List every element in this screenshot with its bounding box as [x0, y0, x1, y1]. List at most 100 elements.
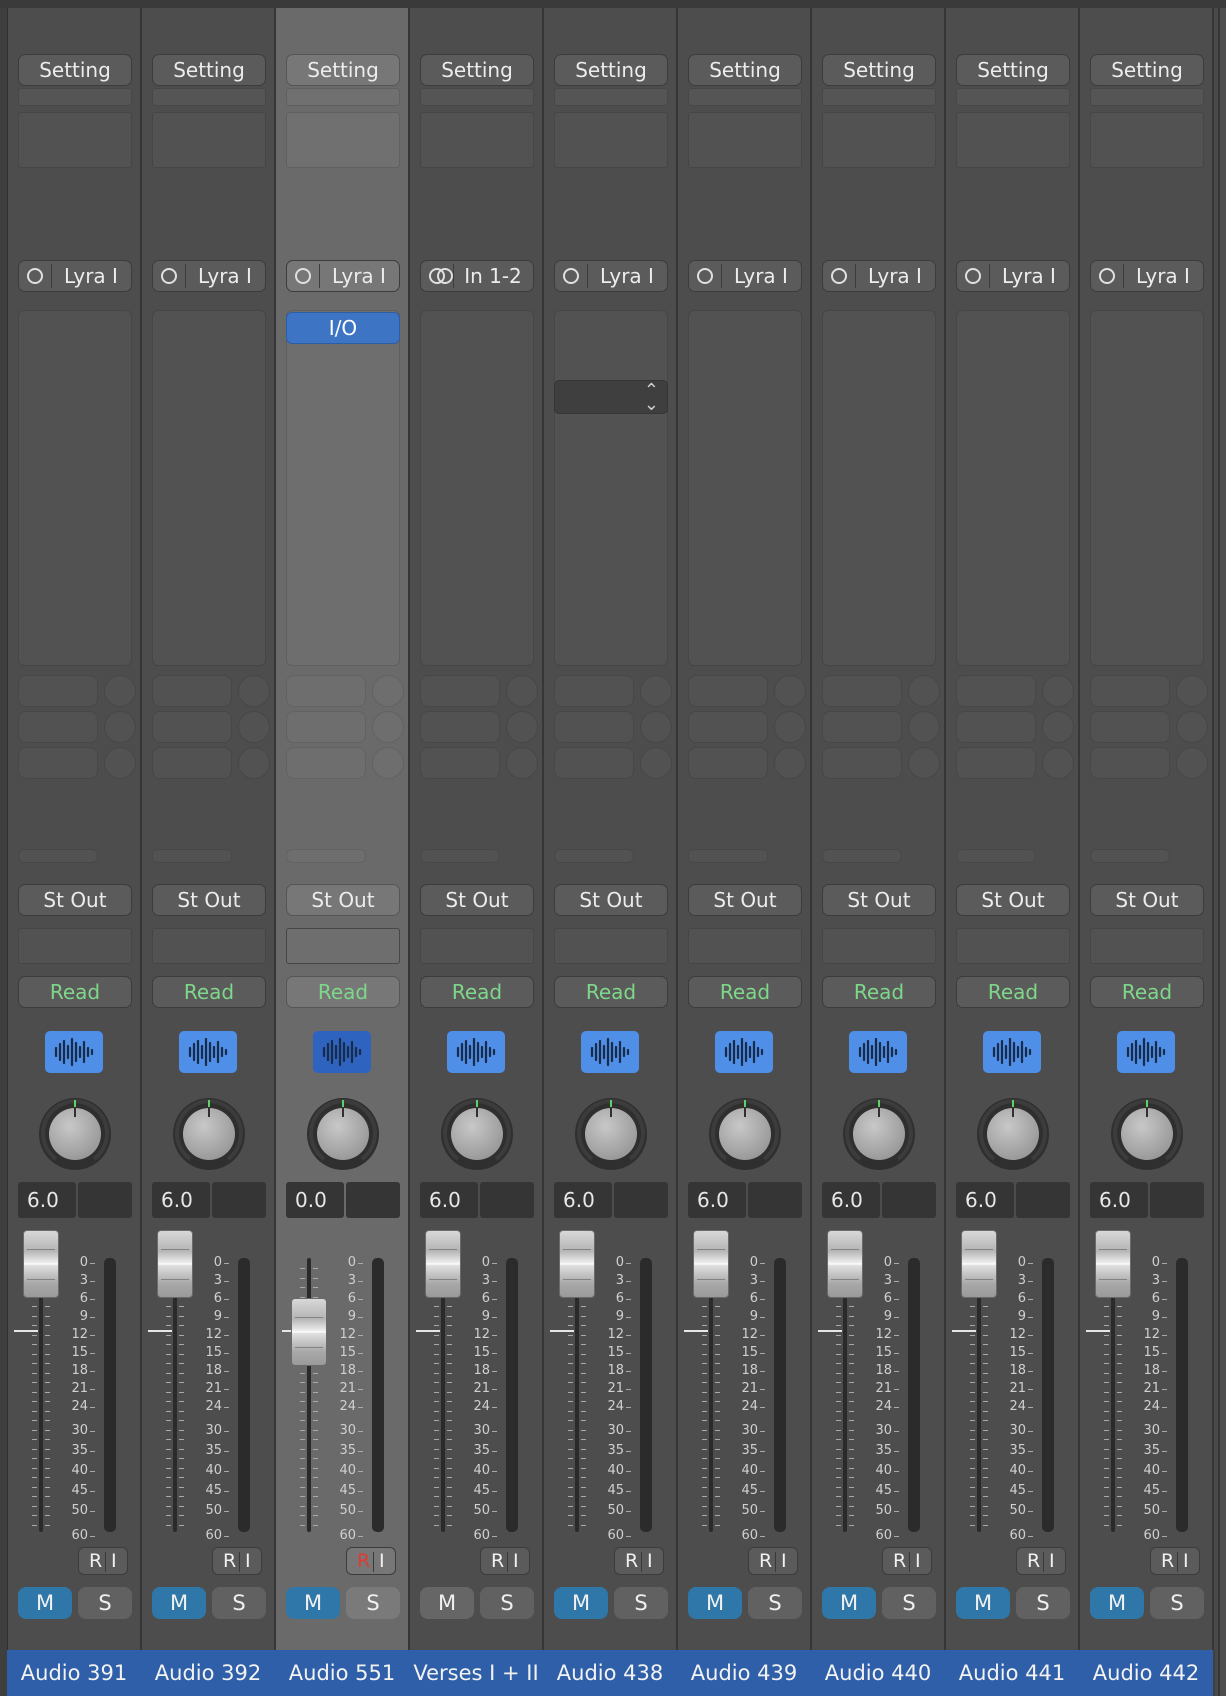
output-button[interactable]: St Out: [1090, 884, 1204, 916]
record-input-buttons[interactable]: RI: [480, 1547, 530, 1575]
input-slot[interactable]: Lyra I: [18, 260, 132, 292]
mute-button[interactable]: M: [956, 1587, 1010, 1619]
volume-readout[interactable]: 6.0: [152, 1182, 210, 1218]
send-slot-empty[interactable]: [554, 849, 634, 863]
input-monitor-button[interactable]: I: [1049, 1550, 1055, 1572]
send-slot[interactable]: [420, 711, 500, 743]
fader-track[interactable]: [39, 1258, 43, 1532]
peak-readout[interactable]: [614, 1182, 668, 1218]
channel-name[interactable]: Audio 442: [1079, 1650, 1215, 1696]
mute-button[interactable]: M: [1090, 1587, 1144, 1619]
audio-waveform-button[interactable]: [313, 1031, 371, 1073]
automation-mode-button[interactable]: Read: [822, 976, 936, 1008]
output-button[interactable]: St Out: [18, 884, 132, 916]
send-slot-empty[interactable]: [286, 849, 366, 863]
peak-readout[interactable]: [212, 1182, 266, 1218]
automation-mode-button[interactable]: Read: [420, 976, 534, 1008]
send-slot[interactable]: [152, 747, 232, 779]
fader-track[interactable]: [441, 1258, 445, 1532]
volume-fader-area[interactable]: 0 3 6 9 12 15 18 21 24 30 35 40 45 50 60: [8, 1222, 142, 1543]
peak-readout[interactable]: [480, 1182, 534, 1218]
eq-display[interactable]: [822, 112, 936, 168]
volume-fader-handle[interactable]: [1095, 1230, 1131, 1298]
audio-effects-area[interactable]: [956, 310, 1070, 666]
pan-knob[interactable]: [709, 1098, 781, 1170]
send-slot[interactable]: [1090, 747, 1170, 779]
audio-effects-area[interactable]: [1090, 310, 1204, 666]
setting-button[interactable]: Setting: [822, 54, 936, 86]
group-slot[interactable]: [420, 928, 534, 964]
input-monitor-button[interactable]: I: [1183, 1550, 1189, 1572]
mono-input-icon[interactable]: [965, 268, 981, 284]
fader-track[interactable]: [575, 1258, 579, 1532]
volume-fader-area[interactable]: 0 3 6 9 12 15 18 21 24 30 35 40 45 50 60: [812, 1222, 946, 1543]
group-slot[interactable]: [956, 928, 1070, 964]
channel-strip[interactable]: Setting Lyra I ⌃ ⌄ St Out Read 6.0 0 3 6 9 12 15 18 21…: [543, 8, 679, 1696]
send-level-knob[interactable]: [104, 675, 136, 707]
send-level-knob[interactable]: [640, 711, 672, 743]
eq-display[interactable]: [18, 112, 132, 168]
input-slot[interactable]: Lyra I: [688, 260, 802, 292]
input-slot[interactable]: Lyra I: [1090, 260, 1204, 292]
group-slot[interactable]: [822, 928, 936, 964]
pan-knob[interactable]: [39, 1098, 111, 1170]
solo-button[interactable]: S: [1150, 1587, 1204, 1619]
stereo-input-icon[interactable]: [429, 268, 453, 284]
audio-effects-area[interactable]: [554, 310, 668, 666]
send-level-knob[interactable]: [372, 711, 404, 743]
record-input-buttons[interactable]: RI: [1150, 1547, 1200, 1575]
output-button[interactable]: St Out: [822, 884, 936, 916]
send-slot[interactable]: [1090, 711, 1170, 743]
volume-fader-area[interactable]: 0 3 6 9 12 15 18 21 24 30 35 40 45 50 60: [276, 1222, 410, 1543]
send-level-knob[interactable]: [774, 711, 806, 743]
output-button[interactable]: St Out: [956, 884, 1070, 916]
channel-strip[interactable]: Setting Lyra I I/O St Out Read 0.0 0 3 6 9 12 15 18 2…: [275, 8, 411, 1696]
send-slot-empty[interactable]: [956, 849, 1036, 863]
mute-button[interactable]: M: [688, 1587, 742, 1619]
pan-knob[interactable]: [173, 1098, 245, 1170]
fader-track[interactable]: [1111, 1258, 1115, 1532]
record-input-buttons[interactable]: RI: [78, 1547, 128, 1575]
pan-knob[interactable]: [575, 1098, 647, 1170]
send-level-knob[interactable]: [1042, 747, 1074, 779]
volume-fader-handle[interactable]: [157, 1230, 193, 1298]
send-level-knob[interactable]: [1176, 747, 1208, 779]
input-slot[interactable]: Lyra I: [956, 260, 1070, 292]
send-level-knob[interactable]: [506, 675, 538, 707]
input-slot[interactable]: Lyra I: [152, 260, 266, 292]
pan-knob[interactable]: [977, 1098, 1049, 1170]
send-level-knob[interactable]: [104, 747, 136, 779]
channel-strip[interactable]: Setting Lyra I St Out Read 6.0 0 3 6 9 12 15 18 21 24…: [7, 8, 143, 1696]
setting-button[interactable]: Setting: [18, 54, 132, 86]
automation-mode-button[interactable]: Read: [18, 976, 132, 1008]
peak-readout[interactable]: [1016, 1182, 1070, 1218]
audio-waveform-button[interactable]: [447, 1031, 505, 1073]
channel-strip[interactable]: Setting Lyra I St Out Read 6.0 0 3 6 9 12 15 18 21 24…: [1079, 8, 1215, 1696]
send-slot[interactable]: [18, 747, 98, 779]
send-slot[interactable]: [554, 711, 634, 743]
peak-readout[interactable]: [346, 1182, 400, 1218]
input-monitor-button[interactable]: I: [647, 1550, 653, 1572]
channel-strip[interactable]: Setting In 1-2 St Out Read 6.0 0 3 6 9 12 15 18 21 24…: [409, 8, 545, 1696]
send-level-knob[interactable]: [506, 747, 538, 779]
send-level-knob[interactable]: [774, 675, 806, 707]
automation-mode-button[interactable]: Read: [286, 976, 400, 1008]
record-input-buttons[interactable]: RI: [748, 1547, 798, 1575]
send-level-knob[interactable]: [908, 675, 940, 707]
automation-mode-button[interactable]: Read: [554, 976, 668, 1008]
send-level-knob[interactable]: [372, 747, 404, 779]
send-slot[interactable]: [18, 675, 98, 707]
volume-fader-handle[interactable]: [425, 1230, 461, 1298]
mono-input-icon[interactable]: [697, 268, 713, 284]
volume-fader-area[interactable]: 0 3 6 9 12 15 18 21 24 30 35 40 45 50 60: [410, 1222, 544, 1543]
volume-readout[interactable]: 6.0: [554, 1182, 612, 1218]
mono-input-icon[interactable]: [161, 268, 177, 284]
volume-fader-handle[interactable]: [291, 1298, 327, 1366]
send-slot-empty[interactable]: [152, 849, 232, 863]
send-slot[interactable]: [286, 675, 366, 707]
channel-name[interactable]: Audio 438: [543, 1650, 679, 1696]
audio-waveform-button[interactable]: [1117, 1031, 1175, 1073]
send-level-knob[interactable]: [1176, 711, 1208, 743]
send-level-knob[interactable]: [1042, 675, 1074, 707]
send-slot[interactable]: [822, 711, 902, 743]
